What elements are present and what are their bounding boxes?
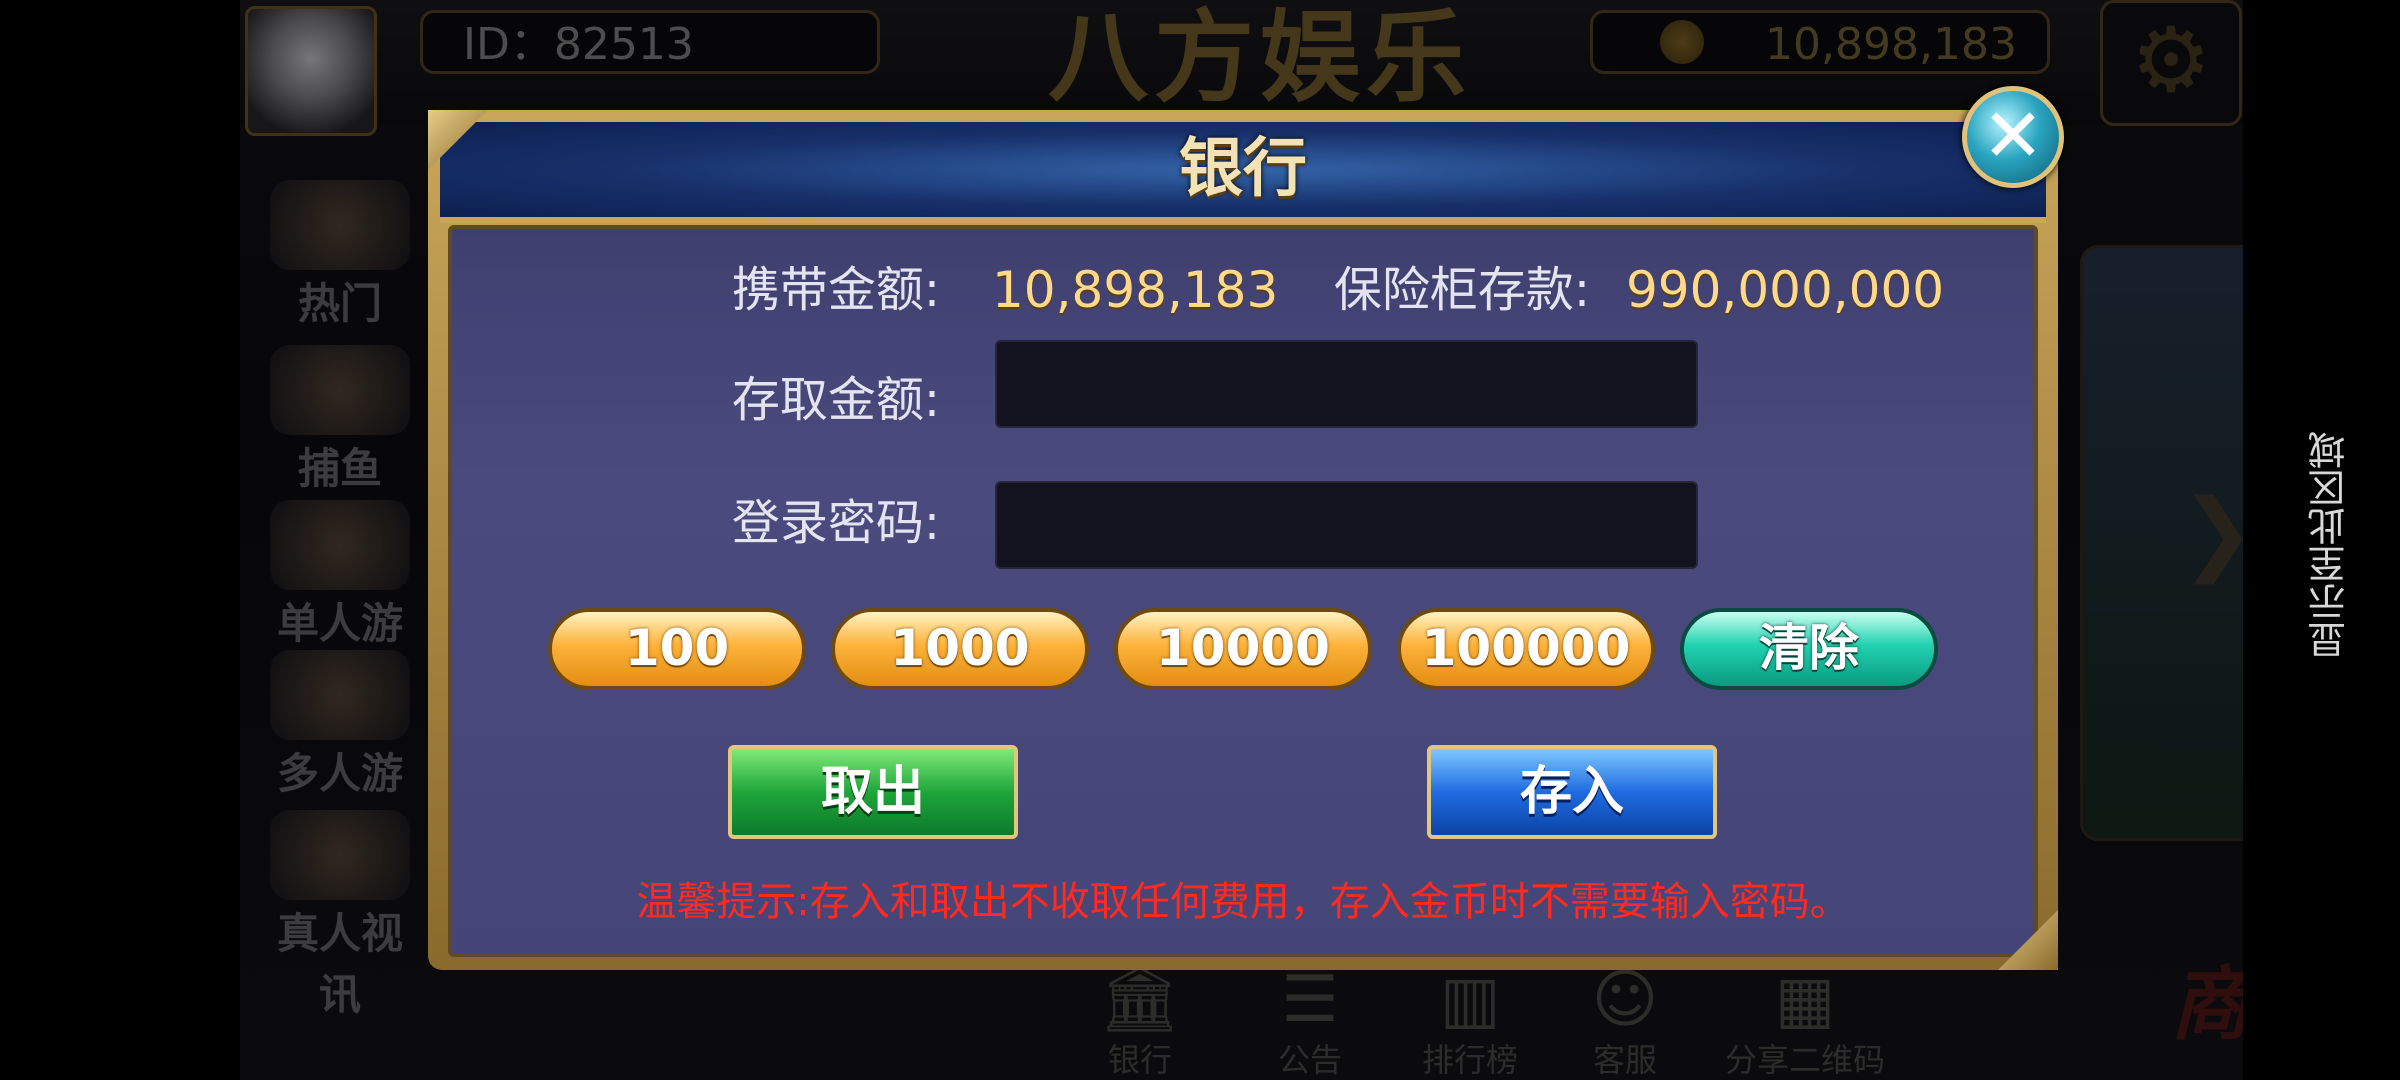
close-button[interactable]: ✕	[1962, 86, 2064, 188]
quick-amount-100-button[interactable]: 100	[548, 608, 806, 690]
carry-amount-value: 10,898,183	[992, 261, 1279, 319]
quick-amount-10000-button[interactable]: 10000	[1114, 608, 1372, 690]
carry-amount-label: 携带金额:	[731, 262, 940, 318]
withdraw-button[interactable]: 取出	[728, 745, 1018, 839]
clear-button[interactable]: 清除	[1680, 608, 1938, 690]
close-icon: ✕	[1981, 93, 2044, 179]
safe-deposit-label: 保险柜存款:	[1333, 262, 1590, 318]
amount-input[interactable]	[995, 340, 1698, 428]
side-hint-text: 显示至此区域	[2308, 431, 2352, 659]
quick-amount-1000-button[interactable]: 1000	[831, 608, 1089, 690]
bank-dialog-body	[448, 225, 2038, 957]
warm-tip-text: 温馨提示:存入和取出不收取任何费用，存入金币时不需要输入密码。	[636, 879, 1850, 925]
dialog-title: 银行	[1179, 132, 1307, 206]
amount-label: 存取金额:	[731, 372, 940, 428]
password-label: 登录密码:	[731, 495, 940, 551]
deposit-button[interactable]: 存入	[1427, 745, 1717, 839]
quick-amount-100000-button[interactable]: 100000	[1397, 608, 1655, 690]
password-input[interactable]	[995, 481, 1698, 569]
safe-deposit-value: 990,000,000	[1626, 261, 1945, 319]
